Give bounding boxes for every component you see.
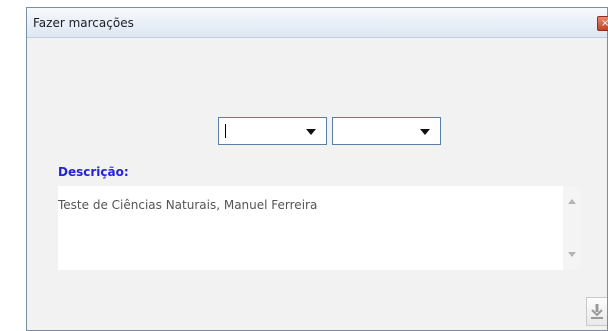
description-text: Teste de Ciências Naturais, Manuel Ferre… [58, 198, 318, 212]
combo-box-first[interactable] [218, 117, 327, 145]
download-icon [591, 304, 603, 319]
description-textarea[interactable]: Teste de Ciências Naturais, Manuel Ferre… [58, 186, 581, 270]
close-icon: × [601, 18, 608, 29]
description-label: Descrição: [58, 165, 129, 179]
text-cursor [225, 124, 226, 138]
close-button[interactable]: × [597, 16, 608, 31]
chevron-down-icon[interactable] [420, 129, 430, 135]
dialog-window: Fazer marcações × Descrição: Teste de Ci… [26, 7, 608, 331]
description-scrollbar[interactable] [563, 186, 581, 270]
download-button[interactable] [586, 297, 607, 326]
scroll-up-icon[interactable] [568, 199, 576, 204]
scroll-down-icon[interactable] [568, 252, 576, 257]
title-bar[interactable]: Fazer marcações × [27, 8, 608, 38]
combo-box-second[interactable] [332, 117, 441, 145]
window-title: Fazer marcações [33, 16, 134, 30]
dialog-content: Descrição: Teste de Ciências Naturais, M… [28, 38, 607, 329]
chevron-down-icon[interactable] [306, 129, 316, 135]
